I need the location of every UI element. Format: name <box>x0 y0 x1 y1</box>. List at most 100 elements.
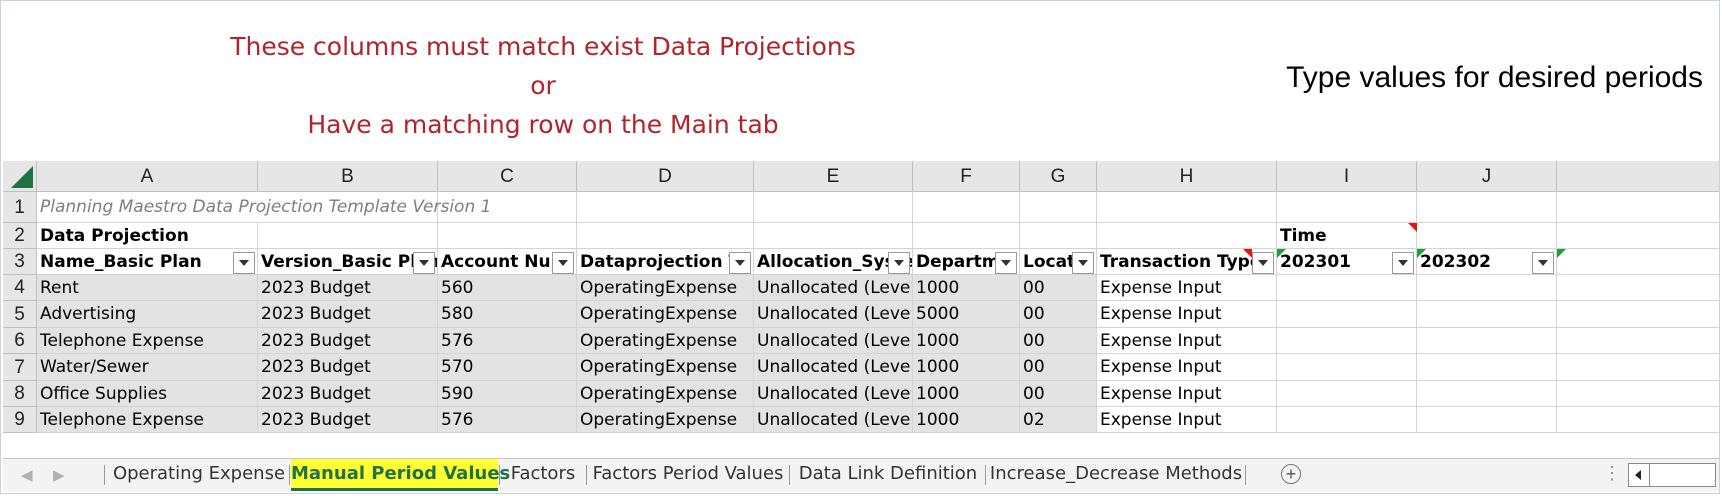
cell-a9[interactable]: Telephone Expense <box>37 407 258 433</box>
dropdown-arrow-icon[interactable] <box>413 252 435 274</box>
header-g[interactable]: Locatio <box>1020 249 1097 275</box>
cell-h1[interactable] <box>1097 192 1277 223</box>
cell-i2[interactable]: Time <box>1277 223 1417 249</box>
cell-j7[interactable] <box>1417 354 1557 381</box>
cell-c5[interactable]: 580 <box>438 301 577 328</box>
cell-b9[interactable]: 2023 Budget <box>258 407 438 433</box>
cell-e5[interactable]: Unallocated (Level <box>754 301 913 328</box>
dropdown-arrow-icon[interactable] <box>233 252 255 274</box>
column-header-e[interactable]: E <box>754 161 913 192</box>
cell-d4[interactable]: OperatingExpense <box>577 275 754 301</box>
cell-a6[interactable]: Telephone Expense <box>37 328 258 354</box>
tab-operating-expense[interactable]: Operating Expense <box>107 459 291 491</box>
row-header-1[interactable]: 1 <box>3 192 37 223</box>
row-header-7[interactable]: 7 <box>3 354 37 381</box>
cell-f1[interactable] <box>913 192 1020 223</box>
column-header-h[interactable]: H <box>1097 161 1277 192</box>
cell-f6[interactable]: 1000 <box>913 328 1020 354</box>
tab-factors[interactable]: Factors <box>501 459 585 491</box>
header-j[interactable]: 202302 <box>1417 249 1557 275</box>
row-header-9[interactable]: 9 <box>3 407 37 433</box>
row-header-4[interactable]: 4 <box>3 275 37 301</box>
cell-partial-6[interactable] <box>1557 328 1719 354</box>
cell-h2[interactable] <box>1097 223 1277 249</box>
column-header-a[interactable]: A <box>37 161 258 192</box>
add-sheet-icon[interactable]: + <box>1281 464 1301 484</box>
cell-partial-1[interactable] <box>1557 192 1719 223</box>
cell-h4[interactable]: Expense Input <box>1097 275 1277 301</box>
cell-g2[interactable] <box>1020 223 1097 249</box>
cell-g1[interactable] <box>1020 192 1097 223</box>
cell-d5[interactable]: OperatingExpense <box>577 301 754 328</box>
select-all-corner[interactable] <box>3 161 37 192</box>
cell-g6[interactable]: 00 <box>1020 328 1097 354</box>
column-header-d[interactable]: D <box>577 161 754 192</box>
spreadsheet-grid[interactable]: A B C D E F G H I J 1 2 3 4 5 6 7 8 9 Planning Maestro Data… <box>3 161 1719 457</box>
cell-partial-2[interactable] <box>1557 223 1719 249</box>
cell-e7[interactable]: Unallocated (Level <box>754 354 913 381</box>
cell-f9[interactable]: 1000 <box>913 407 1020 433</box>
cell-i9[interactable] <box>1277 407 1417 433</box>
cell-b2[interactable] <box>258 223 438 249</box>
tab-splitter-icon[interactable]: ⋮ <box>1603 463 1621 484</box>
cell-i4[interactable] <box>1277 275 1417 301</box>
cell-partial-5[interactable] <box>1557 301 1719 328</box>
cell-g5[interactable]: 00 <box>1020 301 1097 328</box>
header-e[interactable]: Allocation_Syste <box>754 249 913 275</box>
header-c[interactable]: Account Num <box>438 249 577 275</box>
scroll-left-icon[interactable] <box>1628 463 1650 487</box>
dropdown-arrow-icon[interactable] <box>1252 252 1274 274</box>
cell-d6[interactable]: OperatingExpense <box>577 328 754 354</box>
header-d[interactable]: Dataprojection Ty <box>577 249 754 275</box>
column-header-i[interactable]: I <box>1277 161 1417 192</box>
cell-j4[interactable] <box>1417 275 1557 301</box>
row-header-6[interactable]: 6 <box>3 328 37 354</box>
header-i[interactable]: 202301 <box>1277 249 1417 275</box>
tab-manual-period-values[interactable]: Manual Period Values <box>291 459 510 491</box>
cell-g7[interactable]: 00 <box>1020 354 1097 381</box>
cell-a8[interactable]: Office Supplies <box>37 381 258 407</box>
tab-scroll-right-icon[interactable]: ▶ <box>53 466 65 484</box>
cell-e9[interactable]: Unallocated (Level <box>754 407 913 433</box>
cell-partial-7[interactable] <box>1557 354 1719 381</box>
cell-e8[interactable]: Unallocated (Level <box>754 381 913 407</box>
column-header-g[interactable]: G <box>1020 161 1097 192</box>
cell-g9[interactable]: 02 <box>1020 407 1097 433</box>
cell-i5[interactable] <box>1277 301 1417 328</box>
cell-partial-9[interactable] <box>1557 407 1719 433</box>
tab-data-link-definition[interactable]: Data Link Definition <box>791 459 985 491</box>
cell-d1[interactable] <box>577 192 754 223</box>
cell-d9[interactable]: OperatingExpense <box>577 407 754 433</box>
cell-f2[interactable] <box>913 223 1020 249</box>
header-b[interactable]: Version_Basic Plan <box>258 249 438 275</box>
cell-f8[interactable]: 1000 <box>913 381 1020 407</box>
cell-i7[interactable] <box>1277 354 1417 381</box>
cell-f4[interactable]: 1000 <box>913 275 1020 301</box>
cell-h5[interactable]: Expense Input <box>1097 301 1277 328</box>
cell-partial-3[interactable] <box>1557 249 1719 275</box>
cell-d2[interactable] <box>577 223 754 249</box>
cell-h8[interactable]: Expense Input <box>1097 381 1277 407</box>
cell-g4[interactable]: 00 <box>1020 275 1097 301</box>
cell-f5[interactable]: 5000 <box>913 301 1020 328</box>
cell-b7[interactable]: 2023 Budget <box>258 354 438 381</box>
cell-e6[interactable]: Unallocated (Level <box>754 328 913 354</box>
cell-c6[interactable]: 576 <box>438 328 577 354</box>
cell-c8[interactable]: 590 <box>438 381 577 407</box>
dropdown-arrow-icon[interactable] <box>995 252 1017 274</box>
dropdown-arrow-icon[interactable] <box>888 252 910 274</box>
tab-increase-decrease-methods[interactable]: Increase_Decrease Methods <box>987 459 1245 491</box>
cell-b6[interactable]: 2023 Budget <box>258 328 438 354</box>
dropdown-arrow-icon[interactable] <box>729 252 751 274</box>
header-f[interactable]: Departme <box>913 249 1020 275</box>
cell-j8[interactable] <box>1417 381 1557 407</box>
cell-g8[interactable]: 00 <box>1020 381 1097 407</box>
cell-b8[interactable]: 2023 Budget <box>258 381 438 407</box>
column-header-j[interactable]: J <box>1417 161 1557 192</box>
tab-scroll-left-icon[interactable]: ◀ <box>21 466 33 484</box>
cell-a2[interactable]: Data Projection <box>37 223 258 249</box>
cell-i8[interactable] <box>1277 381 1417 407</box>
cell-partial-8[interactable] <box>1557 381 1719 407</box>
row-header-5[interactable]: 5 <box>3 301 37 328</box>
header-h[interactable]: Transaction Type <box>1097 249 1277 275</box>
